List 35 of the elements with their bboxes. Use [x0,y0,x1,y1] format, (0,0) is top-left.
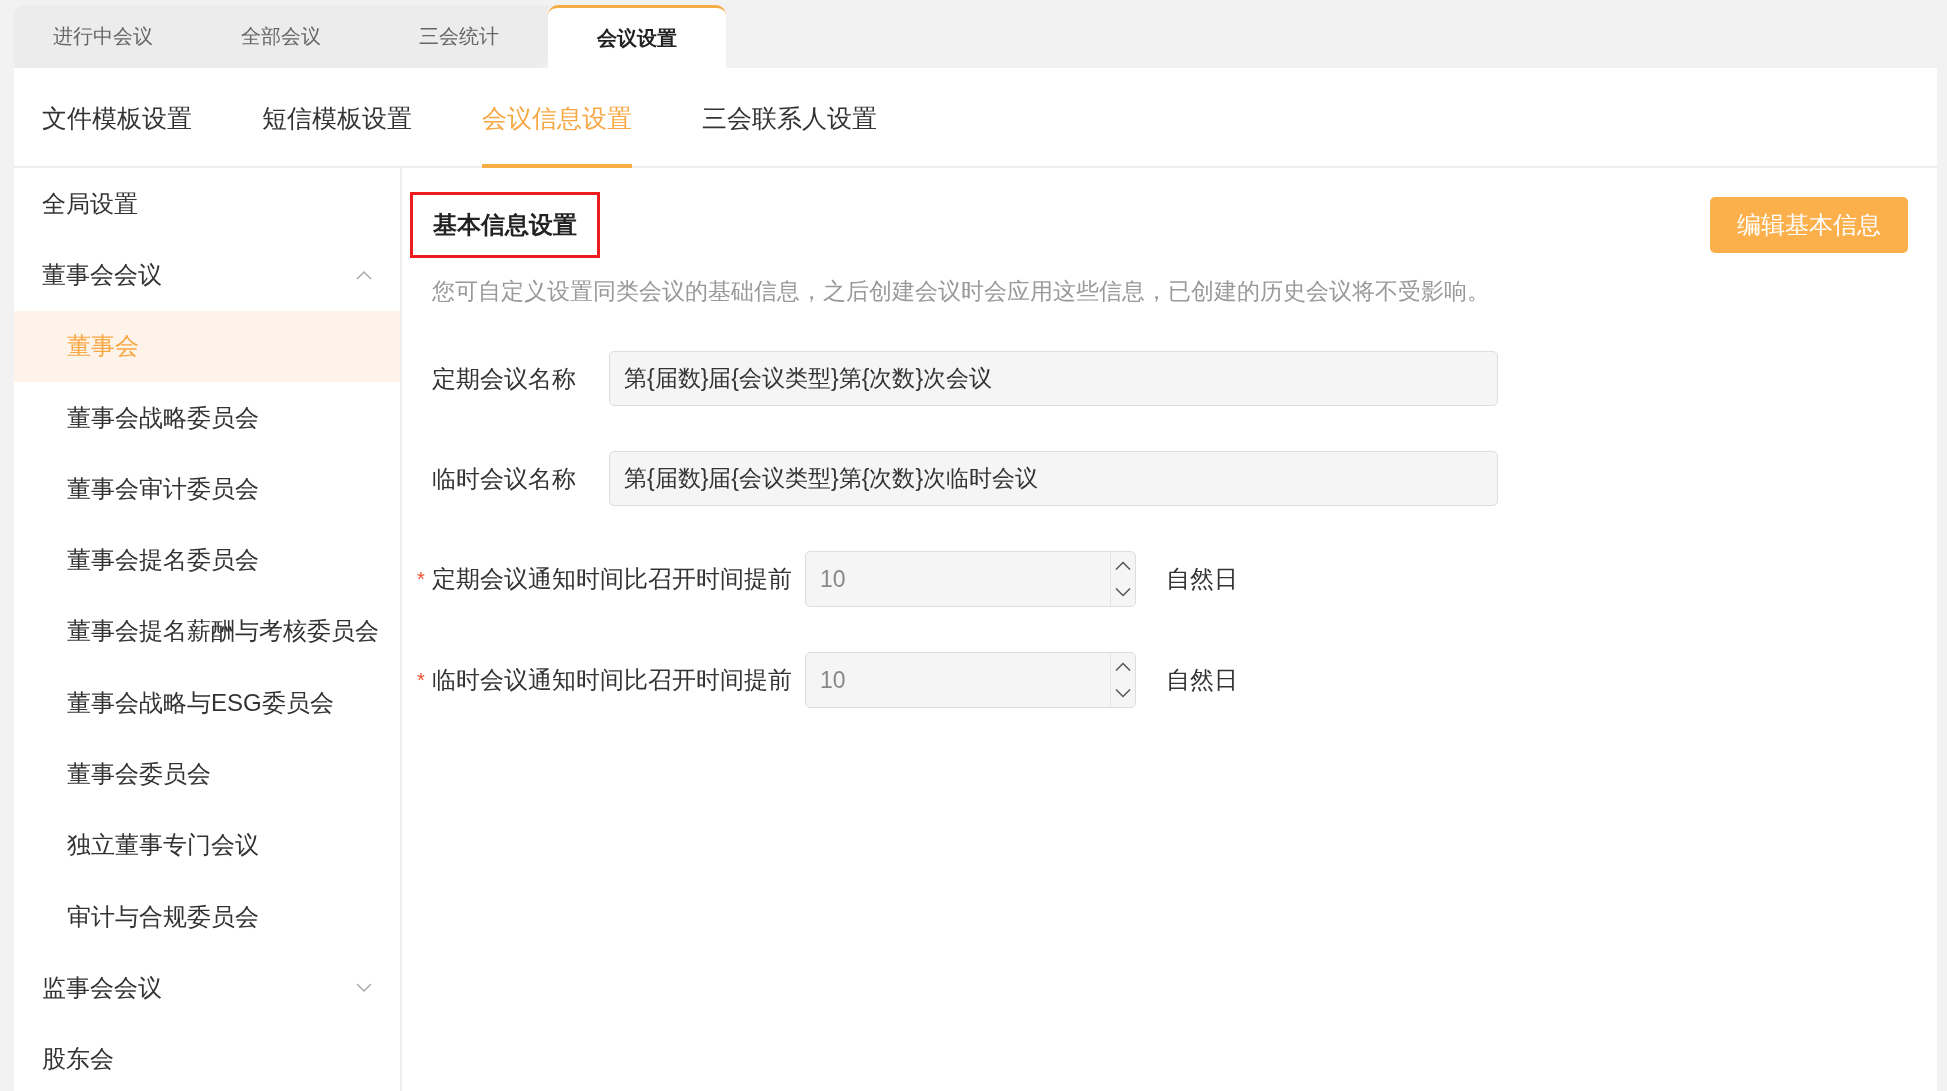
menu-item[interactable]: 董事会战略委员会 [14,381,400,454]
menu-group-label: 董事会会议 [42,259,162,290]
field-label: 定期会议名称 [431,363,577,394]
menu-item[interactable]: 审计与合规委员会 [14,880,400,953]
unit-label: 自然日 [1166,665,1238,695]
menu-group-label: 监事会会议 [42,972,162,1003]
text-field[interactable]: 第{届数}届{会议类型}第{次数}次临时会议 [609,451,1498,506]
menu-item[interactable]: 全局设置 [14,168,400,240]
menu-item[interactable]: 董事会提名薪酬与考核委员会 [14,595,400,668]
text-field[interactable]: 第{届数}届{会议类型}第{次数}次会议 [609,351,1498,406]
menu-item[interactable]: 董事会委员会 [14,738,400,810]
menu-group[interactable]: 监事会会议 [14,952,400,1024]
top-tab[interactable]: 全部会议 [192,5,370,68]
section-title: 基本信息设置 [410,192,600,258]
field-label: 定期会议通知时间比召开时间提前 [432,564,792,594]
field-label: 临时会议通知时间比召开时间提前 [432,665,792,695]
top-tab[interactable]: 进行中会议 [14,5,192,68]
menu-item[interactable]: 董事会审计委员会 [14,453,400,525]
menu-item[interactable]: 董事会战略与ESG委员会 [14,667,400,739]
required-mark: * [416,668,426,692]
chevron-up-icon [356,269,372,280]
menu-item[interactable]: 董事会提名委员会 [14,524,400,596]
unit-label: 自然日 [1166,564,1238,594]
top-tab[interactable]: 三会统计 [370,5,548,68]
menu-group[interactable]: 董事会会议 [14,239,400,311]
chevron-down-icon [356,982,372,993]
sub-tab[interactable]: 短信模板设置 [262,68,412,168]
description-text: 您可自定义设置同类会议的基础信息，之后创建会议时会应用这些信息，已创建的历史会议将不受影响。 [432,277,1491,306]
sub-tab[interactable]: 三会联系人设置 [702,68,877,168]
menu-item[interactable]: 股东会 [14,1023,400,1091]
field-label: 临时会议名称 [431,463,577,494]
required-mark: * [416,567,426,591]
sub-tab[interactable]: 文件模板设置 [42,68,192,168]
top-tab[interactable]: 会议设置 [548,5,726,68]
menu-item[interactable]: 独立董事专门会议 [14,809,400,881]
